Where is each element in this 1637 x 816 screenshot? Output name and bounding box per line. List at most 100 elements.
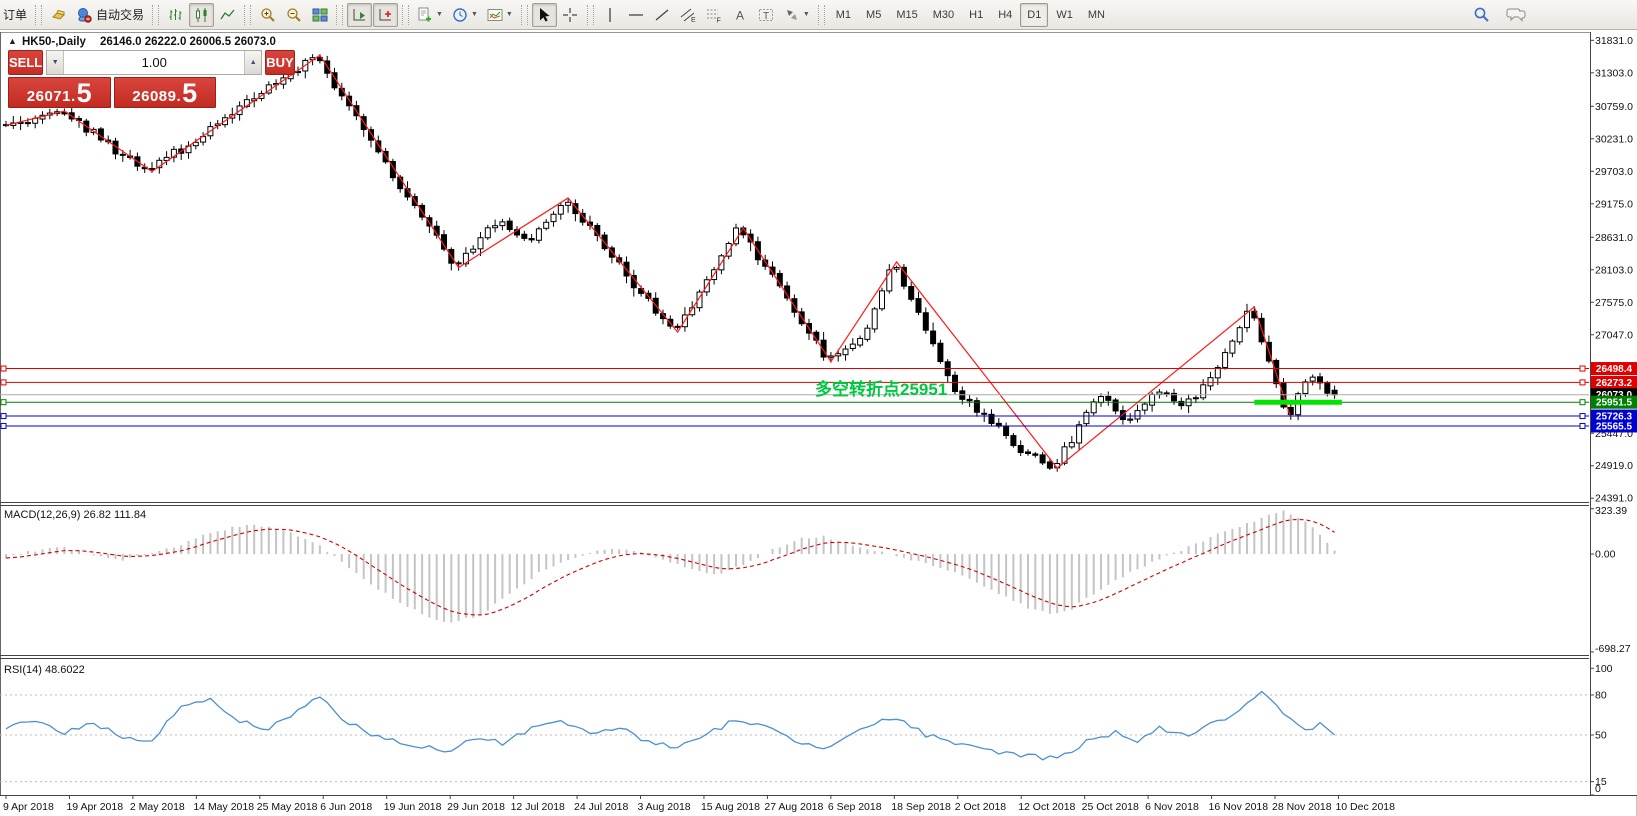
rsi-pane[interactable]: [0, 691, 1589, 781]
chart-canvas[interactable]: 31831.031303.030759.030231.029703.029175…: [0, 30, 1637, 816]
fibonacci-button[interactable]: F: [702, 3, 727, 27]
zoom-in-button[interactable]: [255, 3, 280, 27]
candle-body: [1084, 412, 1089, 423]
candle: [1091, 399, 1096, 416]
candle-body: [1223, 353, 1228, 368]
candle-body: [916, 299, 921, 313]
trendline-button[interactable]: [650, 3, 675, 27]
time-axis[interactable]: 9 Apr 201819 Apr 20182 May 201814 May 20…: [3, 795, 1395, 813]
line-handle[interactable]: [1, 423, 6, 428]
tile-windows-button[interactable]: [307, 3, 332, 27]
templates-dropdown-caret[interactable]: ▼: [506, 11, 513, 18]
chart-shift-button[interactable]: [373, 3, 398, 27]
volume-input[interactable]: [64, 51, 244, 74]
candle: [668, 315, 673, 328]
line-handle[interactable]: [1, 380, 6, 385]
periods-dropdown-caret[interactable]: ▼: [471, 11, 478, 18]
crosshair-button[interactable]: [558, 3, 583, 27]
line-handle[interactable]: [1580, 423, 1585, 428]
autotrade-button[interactable]: 自动交易: [72, 3, 148, 27]
line-handle[interactable]: [1580, 366, 1585, 371]
periods-clock-icon: [452, 7, 468, 23]
chat-button[interactable]: [1502, 3, 1530, 27]
volume-decrease-button[interactable]: ▼: [47, 51, 64, 74]
order-button[interactable]: 订单: [0, 3, 31, 27]
timeframe-m1[interactable]: M1: [829, 3, 858, 27]
price-axis[interactable]: 31831.031303.030759.030231.029703.029175…: [1590, 32, 1637, 795]
macd-pane[interactable]: [6, 510, 1335, 622]
fibonacci-icon: F: [706, 7, 722, 23]
date-axis-label: 19 Apr 2018: [66, 801, 123, 813]
candle-body: [493, 226, 498, 228]
timeframe-m5[interactable]: M5: [859, 3, 888, 27]
candle: [500, 219, 505, 230]
text-label-button[interactable]: T: [754, 3, 779, 27]
horizontal-line-button[interactable]: [624, 3, 649, 27]
zoom-out-button[interactable]: [281, 3, 306, 27]
horizontal-line-icon: [628, 7, 644, 23]
price-axis-tick-label: 30231.0: [1595, 133, 1633, 145]
svg-text:T: T: [763, 11, 769, 22]
candle: [544, 219, 549, 230]
candle-body: [1047, 462, 1052, 468]
candle: [967, 395, 972, 407]
candle-body: [1106, 396, 1111, 400]
buy-button[interactable]: BUY: [265, 50, 294, 75]
main-price-pane[interactable]: [0, 54, 1589, 472]
templates-button[interactable]: ▼: [483, 3, 517, 27]
timeframe-m30[interactable]: M30: [926, 3, 961, 27]
date-axis-label: 2 Oct 2018: [955, 801, 1007, 813]
periods-button[interactable]: ▼: [448, 3, 482, 27]
text-button[interactable]: A: [728, 3, 753, 27]
candle: [471, 245, 476, 255]
candlestick-chart-button[interactable]: [189, 3, 214, 27]
indicators-dropdown-caret[interactable]: ▼: [436, 11, 443, 18]
line-handle[interactable]: [1580, 400, 1585, 405]
candle: [872, 307, 877, 333]
candle-body: [938, 343, 943, 361]
line-handle[interactable]: [1, 366, 6, 371]
timeframe-h1[interactable]: H1: [962, 3, 990, 27]
line-handle[interactable]: [1580, 414, 1585, 419]
toolbar-gripper: [336, 5, 343, 25]
timeframe-m15[interactable]: M15: [889, 3, 924, 27]
line-handle[interactable]: [1580, 380, 1585, 385]
auto-scroll-button[interactable]: [347, 3, 372, 27]
annotation-text[interactable]: 多空转折点25951: [815, 379, 947, 399]
bar-chart-button[interactable]: [163, 3, 188, 27]
new-order-button[interactable]: [46, 3, 71, 27]
sell-button[interactable]: SELL: [8, 50, 43, 75]
line-handle[interactable]: [1, 400, 6, 405]
chat-icon: [1506, 6, 1526, 23]
date-axis-label: 18 Sep 2018: [891, 801, 951, 813]
line-chart-button[interactable]: [215, 3, 240, 27]
bid-price-panel[interactable]: 26071. 5: [8, 77, 111, 108]
volume-increase-button[interactable]: ▲: [244, 51, 261, 74]
search-button[interactable]: [1469, 3, 1494, 27]
candle: [332, 68, 337, 90]
timeframe-d1[interactable]: D1: [1020, 3, 1048, 27]
one-click-collapse-arrow[interactable]: ▲: [8, 36, 17, 46]
timeframe-w1[interactable]: W1: [1049, 3, 1080, 27]
arrows-button[interactable]: ▼: [780, 3, 814, 27]
candle: [865, 325, 870, 342]
candle: [916, 292, 921, 315]
candle-body: [120, 154, 125, 155]
rsi-axis-tick-label: 100: [1595, 663, 1613, 675]
candle-body: [850, 344, 855, 348]
indicators-button[interactable]: ▼: [413, 3, 447, 27]
timeframe-mn[interactable]: MN: [1081, 3, 1112, 27]
toolbar-gripper: [587, 5, 594, 25]
candle: [974, 397, 979, 416]
candle: [1004, 423, 1009, 439]
zigzag-line[interactable]: [6, 55, 1291, 468]
vertical-line-button[interactable]: [598, 3, 623, 27]
arrows-dropdown-caret[interactable]: ▼: [803, 11, 810, 18]
candle: [901, 264, 906, 289]
ask-price-panel[interactable]: 26089. 5: [114, 77, 217, 108]
timeframe-h4[interactable]: H4: [991, 3, 1019, 27]
candle: [1230, 339, 1235, 357]
channel-button[interactable]: E: [676, 3, 701, 27]
cursor-button[interactable]: [532, 3, 557, 27]
line-handle[interactable]: [1, 414, 6, 419]
